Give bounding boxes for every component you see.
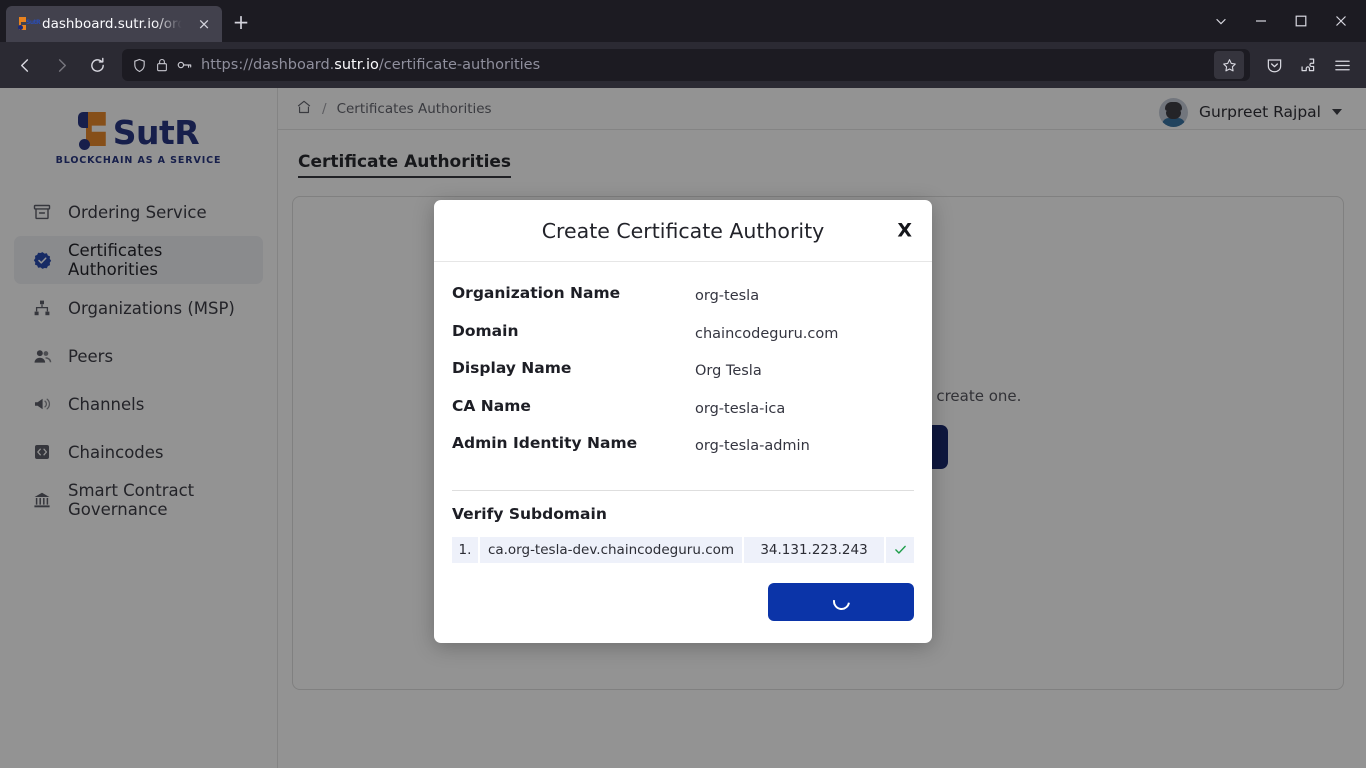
submit-button[interactable] <box>768 582 914 621</box>
field-label: Domain <box>452 321 519 340</box>
page-viewport: SutR BLOCKCHAIN AS A SERVICE Ordering Se… <box>0 88 1366 768</box>
modal-divider <box>452 489 914 491</box>
bookmark-star-icon[interactable] <box>1214 51 1244 79</box>
lock-icon[interactable] <box>155 58 169 72</box>
window-close-icon[interactable] <box>1322 2 1360 40</box>
extensions-icon[interactable] <box>1292 49 1324 81</box>
browser-tab[interactable]: SutR dashboard.sutr.io/orderin × <box>6 6 222 42</box>
row-ip-address: 34.131.223.243 <box>744 536 884 563</box>
field-label: Admin Identity Name <box>452 434 638 452</box>
modal-footer <box>434 563 932 643</box>
modal-title: Create Certificate Authority <box>541 218 825 243</box>
browser-window: SutR dashboard.sutr.io/orderin × + <box>0 0 1366 768</box>
pocket-save-icon[interactable] <box>1258 49 1290 81</box>
minimize-icon[interactable] <box>1242 2 1280 40</box>
row-index: 1. <box>452 536 478 563</box>
field-row-ca-name: CA Name org-tesla-ica <box>452 397 914 435</box>
check-icon <box>886 536 914 563</box>
modal-body: Organization Name org-tesla Domain chain… <box>434 262 932 563</box>
maximize-icon[interactable] <box>1282 2 1320 40</box>
new-tab-button[interactable]: + <box>224 6 258 40</box>
window-controls <box>1202 0 1366 42</box>
forward-arrow-icon[interactable] <box>44 48 78 82</box>
row-hostname: ca.org-tesla-dev.chaincodeguru.com <box>480 536 742 563</box>
back-arrow-icon[interactable] <box>8 48 42 82</box>
field-row-admin-identity-name: Admin Identity Name org-tesla-admin <box>452 434 914 472</box>
close-icon[interactable]: × <box>194 14 214 34</box>
field-label: CA Name <box>452 396 531 415</box>
field-value: chaincodeguru.com <box>695 325 839 342</box>
field-value: org-tesla-admin <box>695 438 810 454</box>
tab-list-chevron-icon[interactable] <box>1202 2 1240 40</box>
sutr-favicon-icon: SutR <box>18 16 41 32</box>
url-bar[interactable]: https://dashboard.sutr.io/certificate-au… <box>122 49 1250 81</box>
hamburger-menu-icon[interactable] <box>1326 49 1358 81</box>
field-row-display-name: Display Name Org Tesla <box>452 359 914 397</box>
verify-subdomain-row: 1. ca.org-tesla-dev.chaincodeguru.com 34… <box>452 536 914 563</box>
create-certificate-authority-modal: Create Certificate Authority X Organizat… <box>434 200 932 643</box>
field-value: org-tesla-ica <box>695 400 786 417</box>
field-row-domain: Domain chaincodeguru.com <box>452 322 914 360</box>
url-text[interactable]: https://dashboard.sutr.io/certificate-au… <box>201 57 1206 73</box>
tab-title: dashboard.sutr.io/orderin <box>42 16 186 32</box>
navigation-toolbar: https://dashboard.sutr.io/certificate-au… <box>0 42 1366 88</box>
field-row-organization-name: Organization Name org-tesla <box>452 284 914 322</box>
field-value: org-tesla <box>695 288 760 304</box>
modal-header: Create Certificate Authority X <box>434 200 932 262</box>
close-icon[interactable]: X <box>897 221 912 240</box>
spinner-icon <box>829 589 853 614</box>
url-prefix: https://dashboard. <box>201 57 335 73</box>
verify-subdomain-title: Verify Subdomain <box>452 504 607 523</box>
tab-strip: SutR dashboard.sutr.io/orderin × + <box>0 0 1366 42</box>
shield-icon[interactable] <box>132 58 147 73</box>
url-path: /certificate-authorities <box>378 57 541 73</box>
url-domain: sutr.io <box>334 57 379 73</box>
field-value: Org Tesla <box>695 363 762 379</box>
field-label: Organization Name <box>452 284 621 302</box>
field-label: Display Name <box>452 359 572 377</box>
key-icon[interactable] <box>177 58 193 72</box>
reload-icon[interactable] <box>80 48 114 82</box>
